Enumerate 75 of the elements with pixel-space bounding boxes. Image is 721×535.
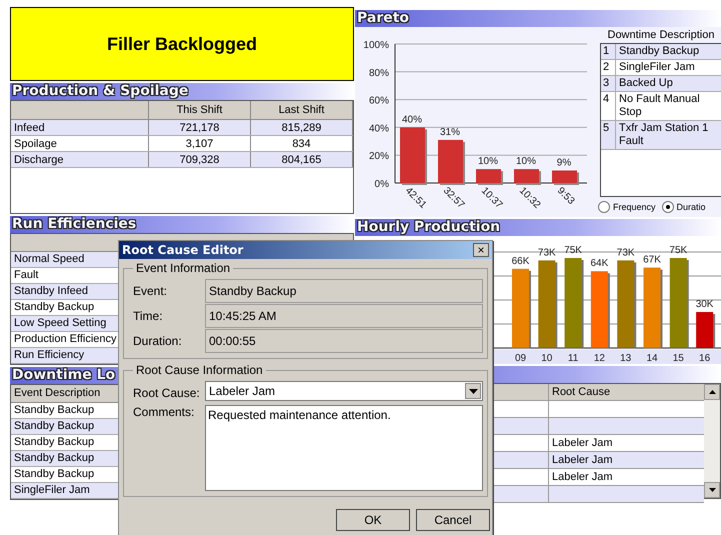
data-label: 67K <box>643 254 661 266</box>
banner-text: Filler Backlogged <box>106 34 258 54</box>
axis-tick-label: 80% <box>368 68 389 79</box>
table-cell-text: Labeler Jam <box>551 470 614 485</box>
table-cell: Infeed <box>11 120 148 136</box>
root-cause-dropdown[interactable]: Labeler Jam <box>205 381 483 401</box>
axis-tick-label: 14 <box>646 353 658 364</box>
list-item[interactable]: Txfr Jam Station 1 Fault <box>616 121 721 149</box>
data-label: 9% <box>556 158 572 168</box>
data-label: 10% <box>516 156 536 168</box>
axis-tick-label: 15 <box>672 353 684 364</box>
axis-tick-label: 9:53 <box>554 185 576 207</box>
row-number: 4 <box>601 92 616 120</box>
table-cell-text: Labeler Jam <box>551 436 614 451</box>
column-header: Last Shift <box>250 101 352 120</box>
list-item[interactable]: Standby Backup <box>616 44 702 59</box>
data-label: 66K <box>512 256 530 267</box>
axis-tick-label: 11 <box>568 353 578 364</box>
readonly-field: 10:45:25 AM <box>205 304 483 328</box>
axis-tick-label: 13 <box>620 353 632 364</box>
table-cell: 709,328 <box>148 152 250 168</box>
bar <box>438 140 463 183</box>
list-item[interactable]: SingleFiler Jam <box>616 60 698 75</box>
bar <box>696 312 714 348</box>
readonly-field: Standby Backup <box>205 279 483 303</box>
row-number: 3 <box>601 76 616 91</box>
axis-tick-label: 12 <box>594 353 605 364</box>
table-cell: 804,165 <box>250 152 352 168</box>
bar <box>552 170 577 183</box>
scrollbar[interactable] <box>704 384 720 498</box>
field-label: Event: <box>133 284 168 298</box>
table-cell: 721,178 <box>148 120 250 136</box>
column-header: Downtime Description <box>606 28 716 43</box>
row-number: 2 <box>601 60 616 75</box>
row-number: 5 <box>601 121 616 149</box>
field-label: Comments: <box>133 405 196 419</box>
list-item[interactable]: Backed Up <box>616 76 676 91</box>
scroll-down-icon[interactable] <box>708 488 716 492</box>
data-label: 73K <box>616 247 635 258</box>
column-header: Root Cause <box>551 385 612 400</box>
axis-tick-label: 10 <box>541 353 552 364</box>
axis-tick-label: 0% <box>374 179 389 190</box>
radio-button[interactable]: Frequency <box>598 201 656 213</box>
axis-tick-label: 40% <box>368 123 389 134</box>
data-label: 40% <box>402 114 422 126</box>
data-label: 64K <box>590 258 608 270</box>
readonly-field: 00:00:55 <box>205 329 483 353</box>
field-label: Duration: <box>133 334 183 348</box>
data-label: 30K <box>696 299 714 310</box>
dialog-button[interactable]: OK <box>336 509 410 531</box>
radio-button[interactable]: Duratio <box>662 201 706 213</box>
axis-tick-label: 09 <box>514 353 526 364</box>
scroll-up-icon[interactable] <box>708 390 716 394</box>
close-button[interactable]: × <box>473 243 489 257</box>
comments-field[interactable]: Requested maintenance attention. <box>205 405 483 491</box>
axis-tick-label: 20% <box>368 151 389 162</box>
row-number: 1 <box>601 44 616 59</box>
table-cell: 815,289 <box>250 120 352 136</box>
field-label: Root Cause: <box>133 386 201 400</box>
data-label: 73K <box>538 247 556 258</box>
bar <box>476 169 501 183</box>
table-cell: Discharge <box>11 152 148 168</box>
data-label: 75K <box>669 245 688 256</box>
dialog-button[interactable]: Cancel <box>416 509 490 531</box>
bar <box>400 127 425 183</box>
bar <box>514 169 539 183</box>
table-cell-text: Labeler Jam <box>551 453 614 468</box>
axis-tick-label: 100% <box>363 40 389 51</box>
data-label: 31% <box>440 126 460 138</box>
axis-tick-label: 16 <box>699 353 710 364</box>
data-label: 75K <box>564 245 582 256</box>
data-label: 10% <box>478 156 498 168</box>
axis-tick-label: 60% <box>368 96 389 107</box>
list-item[interactable]: No Fault Manual Stop <box>616 92 721 120</box>
column-header: This Shift <box>148 101 250 120</box>
